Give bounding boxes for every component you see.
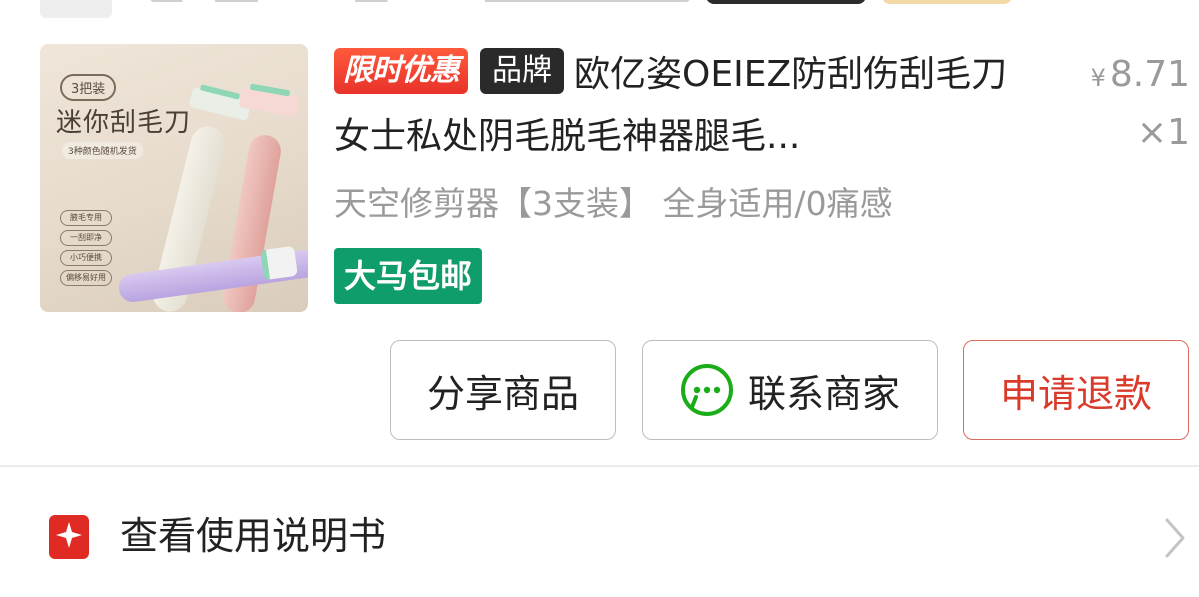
limited-offer-badge: 限时优惠: [334, 48, 468, 94]
razor-purple-head: [260, 245, 298, 281]
cutoff-text: [150, 0, 690, 2]
previous-row-cutoff: [0, 0, 1199, 18]
product-price: ¥8.71: [1040, 50, 1190, 103]
contact-seller-label: 联系商家: [747, 371, 900, 416]
product-title-block[interactable]: 限时优惠 品牌 欧亿姿OEIEZ防刮伤刮毛刀女士私处阴毛脱毛神器腿毛...: [334, 44, 1034, 168]
thumb-subtitle: 3种颜色随机发货: [62, 142, 143, 159]
manual-icon: [49, 515, 89, 559]
product-thumbnail[interactable]: 3把装 迷你刮毛刀 3种颜色随机发货 腋毛专用 一刮即净 小巧便携 偏移易好用: [40, 44, 308, 312]
request-refund-button[interactable]: 申请退款: [963, 340, 1189, 440]
share-product-label: 分享商品: [426, 371, 579, 416]
thumb-pack-label: 3把装: [60, 74, 117, 101]
product-spec: 天空修剪器【3支装】 全身适用/0痛感: [334, 184, 893, 223]
cutoff-dark-button: [706, 0, 866, 4]
product-info: 限时优惠 品牌 欧亿姿OEIEZ防刮伤刮毛刀女士私处阴毛脱毛神器腿毛... 天空修剪…: [334, 44, 1034, 304]
price-column: ¥8.71 ×1: [1040, 50, 1190, 163]
currency-symbol: ¥: [1090, 64, 1106, 92]
cutoff-thumbnail: [40, 0, 112, 18]
view-manual-label: 查看使用说明书: [120, 514, 387, 558]
thumb-tag: 偏移易好用: [60, 270, 112, 286]
cutoff-gold-button: [882, 0, 1012, 4]
chevron-right-icon: [1165, 518, 1185, 558]
brand-badge: 品牌: [480, 48, 564, 94]
contact-seller-button[interactable]: 联系商家: [642, 340, 938, 440]
product-quantity: ×1: [1136, 112, 1190, 153]
section-divider: [0, 465, 1199, 467]
thumb-tag: 小巧便携: [60, 250, 112, 266]
thumb-title: 迷你刮毛刀: [56, 108, 192, 138]
request-refund-label: 申请退款: [999, 371, 1152, 416]
order-product-item[interactable]: 3把装 迷你刮毛刀 3种颜色随机发货 腋毛专用 一刮即净 小巧便携 偏移易好用 …: [40, 44, 1190, 314]
share-product-button[interactable]: 分享商品: [390, 340, 616, 440]
price-value: 8.71: [1109, 54, 1190, 95]
thumb-tag: 一刮即净: [60, 230, 112, 246]
action-buttons: 分享商品 联系商家 申请退款: [0, 340, 1199, 440]
wechat-chat-icon: [680, 364, 733, 416]
view-manual-row[interactable]: 查看使用说明书: [0, 490, 1199, 586]
shipping-badge: 大马包邮: [334, 248, 483, 304]
thumb-tag: 腋毛专用: [60, 210, 112, 226]
